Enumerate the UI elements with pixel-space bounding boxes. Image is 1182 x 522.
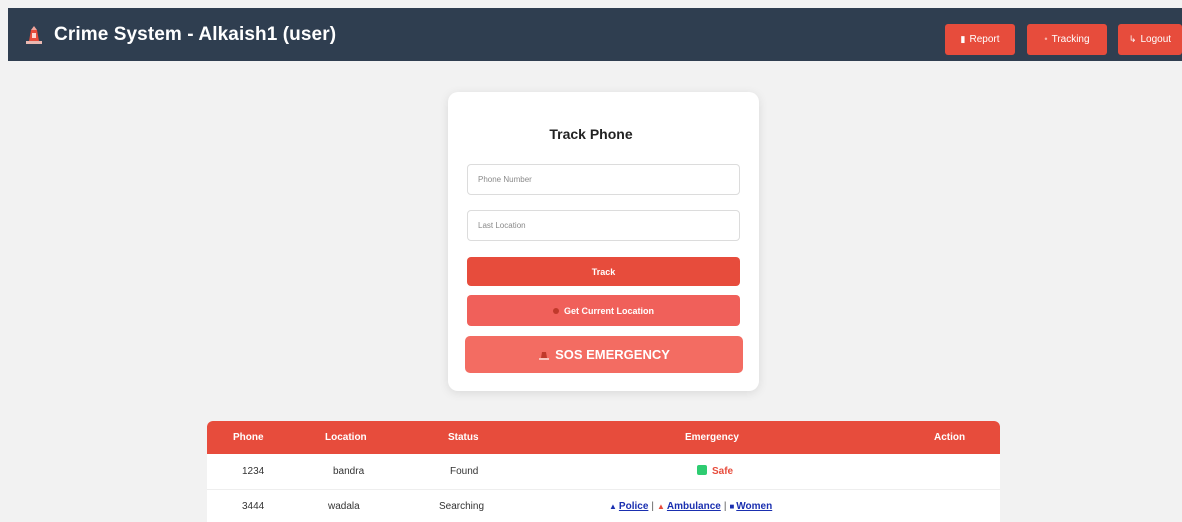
emergency-cell: Safe — [697, 454, 733, 489]
women-link[interactable]: Women — [736, 501, 772, 512]
last-location-input[interactable] — [467, 210, 740, 241]
tracking-button[interactable]: • Tracking — [1027, 24, 1107, 55]
location-cell: bandra — [333, 466, 365, 477]
top-navbar: Crime System - Alkaish1 (user) ▮ Report … — [8, 8, 1182, 61]
get-current-location-button[interactable]: Get Current Location — [467, 295, 740, 326]
card-title: Track Phone — [549, 126, 633, 142]
header-phone: Phone — [233, 432, 264, 443]
pin-icon: • — [1044, 34, 1048, 44]
women-icon: ■ — [729, 502, 735, 511]
report-button[interactable]: ▮ Report — [945, 24, 1015, 55]
sos-emergency-button[interactable]: SOS EMERGENCY — [465, 336, 743, 373]
status-cell: Found — [450, 466, 479, 477]
table-row: 1234 bandra Found Safe — [207, 454, 1000, 490]
location-cell: wadala — [328, 501, 360, 512]
safe-label: Safe — [712, 466, 734, 477]
header-action: Action — [934, 432, 966, 443]
police-link[interactable]: Police — [619, 501, 648, 512]
logout-button[interactable]: ↳ Logout — [1118, 24, 1182, 55]
phone-cell: 3444 — [242, 501, 265, 512]
phone-cell: 1234 — [242, 466, 265, 477]
tracking-table: Phone Location Status Emergency Action 1… — [207, 421, 1000, 522]
header-location: Location — [325, 432, 367, 443]
header-status: Status — [448, 432, 479, 443]
status-cell: Searching — [439, 501, 485, 512]
exit-icon: ↳ — [1128, 34, 1137, 44]
phone-number-input[interactable] — [467, 164, 740, 195]
document-icon: ▮ — [960, 34, 966, 44]
emergency-cell: ▲ Police | ▲ Ambulance | ■ Women — [609, 489, 772, 522]
location-pin-icon — [552, 307, 559, 314]
table-row: 3444 wadala Searching ▲ Police | ▲ Ambulance… — [207, 489, 1000, 522]
ambulance-icon: ▲ — [657, 502, 665, 511]
header-emergency: Emergency — [685, 432, 739, 443]
check-icon — [697, 465, 707, 476]
police-icon: ▲ — [609, 502, 617, 511]
ambulance-link[interactable]: Ambulance — [667, 501, 721, 512]
table-header: Phone Location Status Emergency Action — [207, 421, 1000, 454]
track-button[interactable]: Track — [467, 257, 740, 286]
siren-icon — [539, 351, 550, 360]
nav-buttons: ▮ Report • Tracking ↳ Logout — [8, 24, 1182, 55]
